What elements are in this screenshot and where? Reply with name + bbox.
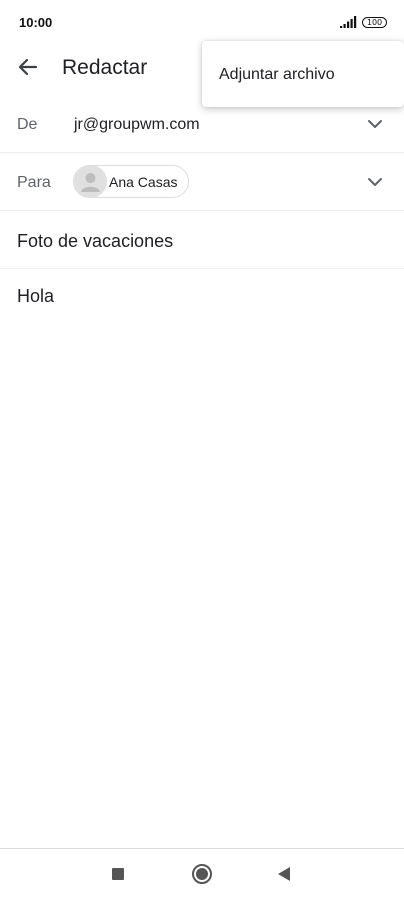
- battery-indicator: 100: [362, 17, 387, 28]
- menu-item-attach-file[interactable]: Adjuntar archivo: [219, 66, 335, 84]
- person-icon: [81, 173, 100, 192]
- system-nav-bar: [0, 848, 404, 897]
- to-label: Para: [17, 174, 51, 191]
- status-bar: 10:00 100: [0, 0, 404, 44]
- from-label: De: [17, 116, 38, 133]
- subject-field[interactable]: Foto de vacaciones: [17, 231, 173, 252]
- body-field[interactable]: Hola: [17, 286, 54, 307]
- square-icon[interactable]: [112, 868, 124, 880]
- triangle-left-icon[interactable]: [278, 867, 290, 881]
- overflow-menu: Adjuntar archivo: [202, 41, 404, 107]
- page-title: Redactar: [62, 56, 148, 79]
- status-time: 10:00: [19, 15, 53, 30]
- arrow-left-icon: [18, 58, 38, 76]
- from-address[interactable]: jr@groupwm.com: [74, 116, 200, 134]
- chevron-down-icon[interactable]: [366, 176, 384, 188]
- signal-icon: [340, 16, 357, 28]
- to-row: Para Ana Casas: [0, 153, 404, 211]
- recipient-chip[interactable]: Ana Casas: [73, 165, 189, 198]
- compose-screen: 10:00 100 Redactar Adjuntar archivo De j…: [0, 0, 404, 897]
- chevron-down-icon[interactable]: [366, 118, 384, 130]
- subject-row: Foto de vacaciones: [0, 211, 404, 269]
- avatar: [74, 165, 107, 198]
- recipient-name: Ana Casas: [109, 174, 178, 190]
- back-button[interactable]: [14, 54, 44, 80]
- circle-icon[interactable]: [192, 864, 212, 884]
